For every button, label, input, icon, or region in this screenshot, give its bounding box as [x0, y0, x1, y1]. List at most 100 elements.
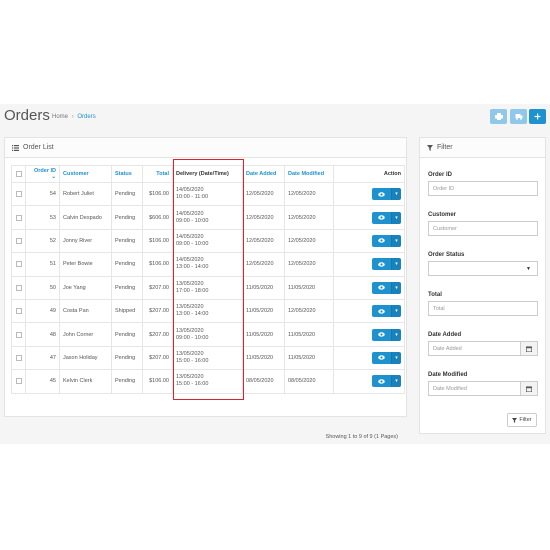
filter-heading: Filter [420, 138, 545, 158]
caret-down-icon: ▾ [395, 237, 398, 244]
invoice-button[interactable] [490, 109, 507, 124]
date-modified-input[interactable]: Date Modified [428, 381, 538, 396]
row-checkbox[interactable] [15, 331, 22, 338]
shipping-button[interactable] [510, 109, 527, 124]
select-all-checkbox[interactable] [15, 171, 22, 177]
delivery-time: 13:00 - 14:00 [176, 311, 209, 318]
view-button[interactable] [372, 211, 391, 224]
action-button-group: ▾ [372, 351, 401, 364]
row-checkbox[interactable] [15, 191, 22, 198]
action-button-group: ▾ [372, 281, 401, 294]
row-checkbox[interactable] [15, 237, 22, 244]
action-button-group: ▾ [372, 328, 401, 341]
row-select-cell[interactable] [11, 298, 26, 324]
action-dropdown-button[interactable]: ▾ [391, 211, 401, 224]
view-button[interactable] [372, 234, 391, 247]
action-dropdown-button[interactable]: ▾ [391, 281, 401, 294]
view-button[interactable] [372, 188, 391, 201]
action-dropdown-button[interactable]: ▾ [391, 328, 401, 341]
action-dropdown-button[interactable]: ▾ [391, 305, 401, 318]
row-select-cell[interactable] [11, 252, 26, 277]
action-dropdown-button[interactable]: ▾ [391, 188, 401, 201]
action-cell: ▾ [333, 228, 405, 254]
view-button[interactable] [372, 281, 391, 294]
calendar-icon [526, 345, 532, 352]
add-button[interactable] [529, 109, 546, 124]
action-dropdown-button[interactable]: ▾ [391, 375, 401, 388]
row-select-cell[interactable] [11, 181, 26, 207]
date-added-cell: 12/05/2020 [242, 228, 285, 254]
delivery-time: 09:00 - 10:00 [176, 334, 209, 341]
customer-cell: Costa Pan [59, 298, 112, 324]
order-list-heading: Order List [5, 138, 406, 158]
customer-label: Customer [428, 212, 457, 218]
view-button[interactable] [372, 305, 391, 318]
breadcrumb-home[interactable]: Home [52, 114, 68, 120]
date-modified-placeholder: Date Modified [433, 385, 467, 392]
order-status-select[interactable]: ▼ [428, 261, 538, 276]
row-checkbox[interactable] [15, 214, 22, 221]
column-status[interactable]: Status [111, 165, 143, 183]
action-cell: ▾ [333, 181, 405, 207]
eye-icon [378, 215, 385, 220]
view-button[interactable] [372, 375, 391, 388]
status-cell: Pending [111, 252, 143, 277]
filter-button[interactable]: Filter [507, 413, 537, 427]
row-select-cell[interactable] [11, 369, 26, 394]
date-modified-cell: 12/05/2020 [284, 228, 334, 254]
order-id-cell: 50 [25, 275, 60, 300]
caret-down-icon: ▾ [395, 308, 398, 315]
column-date-modified[interactable]: Date Modified [284, 165, 334, 183]
action-dropdown-button[interactable]: ▾ [391, 351, 401, 364]
delivery-cell: 14/05/2020 09:00 - 10:00 [172, 228, 243, 254]
row-checkbox[interactable] [15, 378, 22, 385]
table-row: 51 Peter Bowie Pending $106.00 14/05/2020 13:… [11, 252, 405, 277]
row-checkbox[interactable] [15, 261, 22, 268]
table-row: 48 John Corner Pending $207.00 13/05/2020 09:… [11, 322, 405, 347]
table-header-row: Order ID ⌄ Customer Status Total Deliver… [11, 165, 405, 183]
caret-down-icon: ▾ [395, 284, 398, 291]
delivery-cell: 13/05/2020 15:00 - 16:00 [172, 345, 243, 371]
view-button[interactable] [372, 258, 391, 271]
status-cell: Shipped [111, 298, 143, 324]
caret-down-icon: ▾ [395, 191, 398, 198]
column-date-added[interactable]: Date Added [242, 165, 285, 183]
delivery-time: 09:00 - 10:00 [176, 217, 209, 224]
order-id-input[interactable]: Order ID [428, 181, 538, 196]
row-select-cell[interactable] [11, 322, 26, 347]
row-select-cell[interactable] [11, 275, 26, 300]
list-icon [12, 144, 19, 151]
action-dropdown-button[interactable]: ▾ [391, 234, 401, 247]
date-added-calendar-button[interactable] [520, 342, 537, 355]
column-customer[interactable]: Customer [59, 165, 112, 183]
date-added-cell: 08/05/2020 [242, 369, 285, 394]
order-id-cell: 45 [25, 369, 60, 394]
date-modified-calendar-button[interactable] [520, 382, 537, 395]
column-total[interactable]: Total [142, 165, 173, 183]
action-dropdown-button[interactable]: ▾ [391, 258, 401, 271]
view-button[interactable] [372, 351, 391, 364]
order-status-label: Order Status [428, 252, 465, 258]
row-checkbox[interactable] [15, 284, 22, 291]
row-checkbox[interactable] [15, 308, 22, 315]
order-id-cell: 53 [25, 205, 60, 230]
select-all-cell[interactable] [11, 165, 26, 183]
row-select-cell[interactable] [11, 345, 26, 371]
date-added-cell: 12/05/2020 [242, 205, 285, 230]
view-button[interactable] [372, 328, 391, 341]
total-cell: $106.00 [142, 369, 173, 394]
date-added-input[interactable]: Date Added [428, 341, 538, 356]
delivery-date: 13/05/2020 [176, 327, 204, 334]
customer-input[interactable]: Customer [428, 221, 538, 236]
order-list-title: Order List [23, 144, 54, 151]
row-select-cell[interactable] [11, 205, 26, 230]
row-checkbox[interactable] [15, 354, 22, 361]
row-select-cell[interactable] [11, 228, 26, 254]
breadcrumb-orders[interactable]: Orders [77, 114, 95, 120]
table-row: 52 Jonny River Pending $106.00 14/05/2020 09:… [11, 228, 405, 254]
column-order-id[interactable]: Order ID ⌄ [25, 165, 60, 183]
total-input[interactable]: Total [428, 301, 538, 316]
action-button-group: ▾ [372, 234, 401, 247]
filter-panel: Filter Order ID Order ID Customer Custom… [419, 137, 546, 434]
total-label: Total [428, 292, 442, 298]
